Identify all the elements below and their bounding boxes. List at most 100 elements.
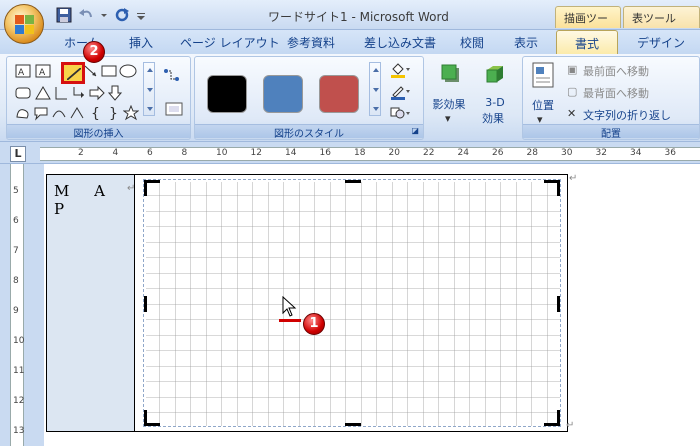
ruler-mark: 34 bbox=[630, 148, 642, 158]
svg-text:A: A bbox=[39, 68, 46, 78]
fill-color-icon[interactable] bbox=[389, 61, 411, 78]
style-swatch-red[interactable] bbox=[319, 75, 359, 113]
arc-shape-icon[interactable] bbox=[69, 105, 85, 121]
selected-line-shape-icon[interactable] bbox=[61, 62, 85, 84]
ruler-mark: 20 bbox=[388, 148, 400, 158]
context-tab-drawing-tools: 描画ツール bbox=[555, 6, 621, 41]
bring-front-icon[interactable]: ▣ bbox=[567, 63, 577, 76]
drawing-canvas[interactable] bbox=[143, 179, 561, 427]
tab-review[interactable]: 校閲 bbox=[460, 34, 484, 51]
style-swatch-black[interactable] bbox=[207, 75, 247, 113]
elbow-arrow-icon[interactable] bbox=[71, 85, 87, 101]
gallery-scroll[interactable] bbox=[143, 62, 155, 116]
tab-mailings[interactable]: 差し込み文書 bbox=[364, 34, 436, 51]
shadow-effects-icon[interactable] bbox=[439, 62, 463, 86]
group-label-insert-shapes: 図形の挿入 bbox=[7, 124, 190, 140]
rectangle-shape-icon[interactable] bbox=[101, 63, 117, 79]
resize-handle-left[interactable] bbox=[144, 296, 147, 312]
ruler-mark: 28 bbox=[526, 148, 538, 158]
text-wrap-icon[interactable]: ✕ bbox=[567, 107, 576, 120]
resize-handle-bottom[interactable] bbox=[345, 423, 361, 426]
group-label-shape-styles: 図形のスタイル ◪ bbox=[195, 124, 423, 140]
tab-insert[interactable]: 挿入 bbox=[129, 34, 153, 51]
dialog-launcher-icon[interactable]: ◪ bbox=[411, 126, 419, 135]
vertical-ruler[interactable]: 5 6 7 8 9 10 11 12 13 bbox=[10, 164, 24, 446]
ruler-mark: 10 bbox=[216, 148, 228, 158]
ruler-bar: L 2 4 6 8 10 12 14 16 18 20 22 24 26 28 30 32 34 36 bbox=[0, 142, 700, 164]
resize-handle-top-left[interactable] bbox=[144, 180, 147, 196]
threed-effects-line1[interactable]: 3-D bbox=[475, 96, 515, 109]
threed-effects-icon[interactable] bbox=[483, 62, 507, 86]
callout-shape-icon[interactable] bbox=[33, 105, 49, 121]
vruler-mark: 13 bbox=[13, 426, 25, 436]
curve-shape-icon[interactable] bbox=[51, 105, 67, 121]
tab-page-layout[interactable]: ページ レイアウト bbox=[180, 34, 280, 51]
right-arrow-icon[interactable] bbox=[89, 85, 105, 101]
position-button[interactable]: 位置 bbox=[525, 97, 561, 113]
context-tab-table-tools: 表ツール bbox=[623, 6, 700, 28]
vruler-mark: 10 bbox=[13, 336, 25, 346]
step-1-badge: 1 bbox=[303, 313, 325, 335]
ruler-mark: 30 bbox=[561, 148, 573, 158]
threed-effects-line2[interactable]: 効果 bbox=[473, 110, 513, 126]
style-gallery-scroll[interactable] bbox=[369, 62, 381, 116]
send-back-icon[interactable]: ▢ bbox=[567, 85, 577, 98]
send-back-button[interactable]: 最背面へ移動 bbox=[583, 85, 649, 101]
freeform-shape-icon[interactable] bbox=[15, 105, 31, 121]
text-wrap-button[interactable]: 文字列の折り返し bbox=[583, 107, 671, 123]
brace-left-icon[interactable]: { bbox=[87, 105, 103, 122]
resize-handle-top-right[interactable] bbox=[557, 180, 560, 196]
group-effects: 影効果 ▾ 3-D 効果 bbox=[427, 56, 519, 140]
tab-selector[interactable]: L bbox=[10, 146, 26, 162]
arrow-line-icon[interactable] bbox=[83, 63, 99, 79]
oval-shape-icon[interactable] bbox=[119, 63, 137, 79]
resize-handle-bottom-right[interactable] bbox=[557, 410, 560, 426]
draw-canvas-icon[interactable] bbox=[165, 101, 183, 117]
edit-shape-icon[interactable] bbox=[163, 67, 185, 83]
step-2-badge: 2 bbox=[83, 41, 105, 63]
line-color-icon[interactable] bbox=[389, 83, 411, 100]
ruler-mark: 4 bbox=[112, 148, 119, 158]
ruler-mark: 18 bbox=[354, 148, 366, 158]
canvas-grid bbox=[146, 182, 560, 426]
chevron-down-icon[interactable]: ▾ bbox=[445, 112, 451, 125]
triangle-shape-icon[interactable] bbox=[35, 85, 51, 101]
change-shape-icon[interactable] bbox=[389, 105, 411, 121]
star-shape-icon[interactable] bbox=[122, 104, 140, 121]
bring-front-button[interactable]: 最前面へ移動 bbox=[583, 63, 649, 79]
chevron-down-icon[interactable] bbox=[100, 7, 108, 23]
down-arrow-icon[interactable] bbox=[107, 85, 123, 101]
redo-icon[interactable] bbox=[114, 7, 130, 23]
ruler-mark: 8 bbox=[181, 148, 188, 158]
horizontal-ruler[interactable]: 2 4 6 8 10 12 14 16 18 20 22 24 26 28 30 32 34 36 bbox=[40, 147, 700, 161]
tab-references[interactable]: 参考資料 bbox=[287, 34, 335, 51]
rounded-rect-icon[interactable] bbox=[15, 85, 31, 101]
paragraph-mark: ↵ bbox=[566, 420, 575, 431]
tab-view[interactable]: 表示 bbox=[514, 34, 538, 51]
shadow-effects-button[interactable]: 影効果 bbox=[429, 96, 469, 112]
position-icon[interactable] bbox=[531, 61, 555, 89]
ruler-mark: 26 bbox=[492, 148, 504, 158]
textbox-shape-icon[interactable]: A bbox=[15, 63, 31, 79]
save-icon[interactable] bbox=[56, 7, 72, 23]
ruler-mark: 24 bbox=[457, 148, 469, 158]
tab-format[interactable]: 書式 bbox=[556, 30, 618, 55]
vruler-mark: 6 bbox=[13, 216, 19, 226]
resize-handle-top[interactable] bbox=[345, 180, 361, 183]
elbow-connector-icon[interactable] bbox=[53, 85, 69, 101]
shape-styles-label: 図形のスタイル bbox=[274, 129, 344, 140]
ruler-mark: 2 bbox=[78, 148, 84, 158]
vertical-textbox-icon[interactable]: A bbox=[35, 63, 51, 79]
tab-design[interactable]: デザイン bbox=[637, 34, 685, 51]
customize-qat-icon[interactable] bbox=[136, 7, 146, 23]
paragraph-mark: ↵ bbox=[127, 183, 136, 194]
resize-handle-bottom-left[interactable] bbox=[144, 410, 147, 426]
resize-handle-right[interactable] bbox=[557, 296, 560, 312]
document-table[interactable]: M A P ↵ ↵ bbox=[46, 173, 577, 432]
brace-right-icon[interactable]: } bbox=[105, 105, 121, 122]
office-button[interactable] bbox=[4, 4, 44, 44]
vruler-mark: 12 bbox=[13, 396, 25, 406]
style-swatch-blue[interactable] bbox=[263, 75, 303, 113]
table-left-cell[interactable]: M A P ↵ bbox=[47, 175, 135, 431]
undo-icon[interactable] bbox=[78, 7, 94, 23]
